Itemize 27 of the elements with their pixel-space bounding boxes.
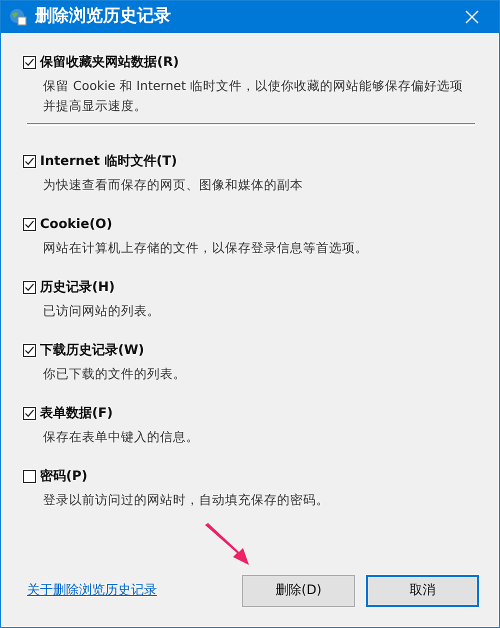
checkbox[interactable] [23, 407, 36, 420]
option-description: 登录以前访问过的网站时，自动填充保存的密码。 [42, 490, 330, 508]
option-label[interactable]: 表单数据(F) [40, 404, 113, 424]
checkbox[interactable] [23, 470, 36, 484]
checkbox[interactable] [23, 344, 36, 358]
checkbox[interactable] [23, 155, 36, 168]
window-title: 删除浏览历史记录 [35, 5, 171, 28]
option-description: 网站在计算机上存储的文件，以保存登录信息等首选项。 [42, 238, 369, 256]
globe-icon [9, 8, 27, 26]
option-label[interactable]: Internet 临时文件(T) [40, 152, 178, 172]
option-label[interactable]: 历史记录(H) [40, 278, 115, 298]
checkbox[interactable] [23, 218, 36, 232]
checkbox[interactable] [23, 281, 36, 294]
close-icon[interactable] [465, 10, 479, 24]
option-label[interactable]: Cookie(O) [40, 215, 112, 234]
cancel-button[interactable]: 取消 [366, 575, 479, 607]
option-description: 为快速查看而保存的网页、图像和媒体的副本 [42, 176, 304, 194]
checkbox[interactable] [23, 56, 36, 70]
option-description: 保留 Cookie 和 Internet 临时文件，以使你收藏的网站能够保存偏好选项并提高显示速度。 [42, 76, 463, 114]
delete-button[interactable]: 删除(D) [242, 575, 355, 607]
option-label[interactable]: 密码(P) [40, 467, 88, 486]
option-label[interactable]: 下载历史记录(W) [40, 341, 144, 360]
option-description: 保存在表单中键入的信息。 [42, 428, 200, 446]
option-description: 你已下载的文件的列表。 [42, 364, 187, 382]
option-description: 已访问网站的列表。 [42, 302, 161, 320]
option-label[interactable]: 保留收藏夹网站数据(R) [40, 53, 179, 72]
help-link[interactable]: 关于删除浏览历史记录 [27, 581, 157, 601]
